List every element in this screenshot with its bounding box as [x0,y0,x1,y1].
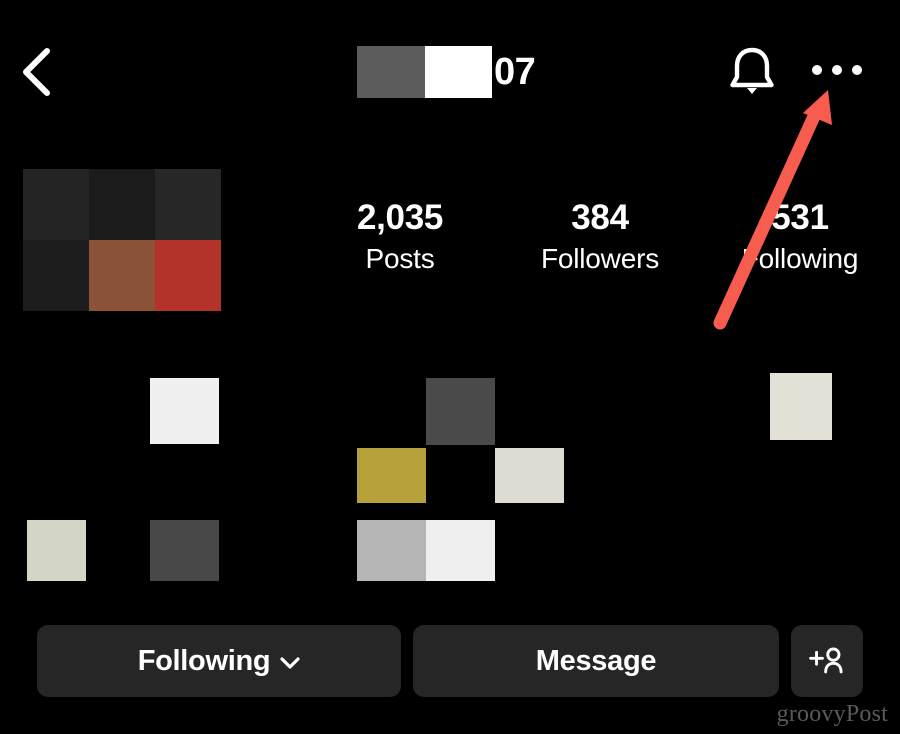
photo-tile[interactable] [495,448,564,503]
notification-bell-icon[interactable] [727,44,777,98]
stat-following-label: Following [741,243,859,274]
message-button[interactable]: Message [413,625,779,697]
username-visible-text: 07 [494,51,536,93]
ellipsis-dot [852,65,862,75]
following-button[interactable]: Following [37,625,401,697]
top-navigation-bar: 07 [0,0,900,140]
stat-following[interactable]: 531 Following [700,196,900,291]
profile-action-buttons: Following Message [0,625,900,700]
photo-grid [0,360,900,605]
avatar-pixel-tile [23,169,89,240]
photo-tile[interactable] [426,378,495,445]
photo-tile[interactable] [357,448,426,503]
photo-tile[interactable] [150,378,219,444]
username-redaction-block-gray [357,46,425,98]
photo-tile[interactable] [27,520,86,581]
chevron-down-icon [280,657,300,669]
add-person-icon [809,647,843,674]
avatar-pixel-tile [23,240,89,311]
instagram-profile-screen: 07 2,035 Posts 384 Followers 531 Followi… [0,0,900,734]
photo-tile[interactable] [770,373,832,440]
stat-posts[interactable]: 2,035 Posts [300,196,500,291]
profile-username-title: 07 [357,46,536,98]
stat-posts-value: 2,035 [356,198,444,237]
photo-tile[interactable] [426,520,495,581]
photo-tile[interactable] [357,520,426,581]
ellipsis-menu-icon[interactable] [812,58,862,82]
avatar-pixel-tile [155,240,221,311]
photo-tile[interactable] [150,520,219,581]
stat-followers-value: 384 [571,198,629,237]
avatar-pixel-tile [89,169,155,240]
stat-followers[interactable]: 384 Followers [500,196,700,291]
watermark: groovyPost [776,701,888,727]
avatar-pixel-tile [155,169,221,240]
message-button-label: Message [535,644,657,677]
back-chevron-icon[interactable] [14,44,62,100]
ellipsis-dot [832,65,842,75]
following-button-label: Following [137,644,271,677]
avatar[interactable] [23,169,221,311]
username-redaction-block-white [425,46,492,98]
stat-posts-label: Posts [365,243,435,274]
ellipsis-dot [812,65,822,75]
stat-following-value: 531 [771,198,829,237]
stat-followers-label: Followers [540,243,659,274]
add-person-button[interactable] [791,625,863,697]
profile-stats-row: 2,035 Posts 384 Followers 531 Following [300,196,900,291]
avatar-pixel-tile [89,240,155,311]
